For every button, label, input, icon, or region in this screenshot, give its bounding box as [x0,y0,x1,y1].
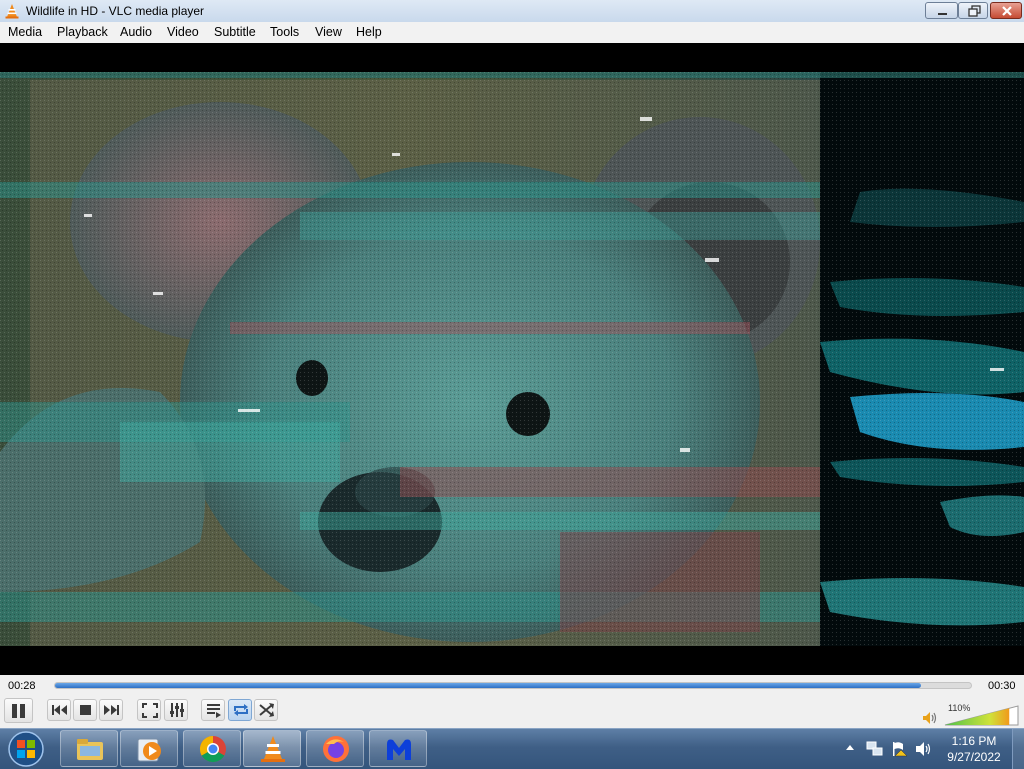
playlist-button[interactable] [201,699,225,721]
taskbar-chrome[interactable] [183,730,241,767]
video-area[interactable] [0,43,1024,675]
shuffle-icon [259,703,274,717]
firefox-icon [323,736,349,762]
extended-settings-icon [170,703,184,717]
close-button[interactable] [990,2,1022,19]
taskbar-file-explorer[interactable] [60,730,118,767]
volume-speaker-icon[interactable] [922,711,938,725]
taskbar-media-player[interactable] [120,730,178,767]
vlc-cone-icon [5,4,19,19]
menu-audio[interactable]: Audio [120,25,152,39]
chrome-icon [199,735,226,763]
pause-icon [12,704,25,718]
playback-controls: 00:28 00:30 110% [0,675,1024,728]
restore-button[interactable] [958,2,988,19]
seek-progress [55,683,921,688]
malwarebytes-icon [387,739,411,760]
koala-video-frame [0,72,1024,646]
speaker-icon[interactable] [915,741,933,757]
stop-icon [80,705,91,715]
fullscreen-icon [142,703,158,718]
window-title: Wildlife in HD - VLC media player [26,4,205,18]
clock-date: 9/27/2022 [947,750,1001,764]
menu-playback[interactable]: Playback [57,25,108,39]
elapsed-time: 00:28 [8,680,36,692]
show-desktop-button[interactable] [1012,729,1024,769]
previous-button[interactable] [47,699,71,721]
start-button[interactable] [6,730,46,768]
taskbar-firefox[interactable] [306,730,364,767]
playlist-icon [207,704,221,718]
show-hidden-icons[interactable] [845,743,855,753]
pause-button[interactable] [4,698,33,723]
network-icon[interactable] [866,741,884,757]
menu-media[interactable]: Media [8,25,42,39]
menu-bar: Media Playback Audio Video Subtitle Tool… [0,22,1024,44]
file-explorer-icon [77,739,103,760]
previous-icon [52,705,67,715]
media-player-icon [137,738,161,762]
loop-icon [234,704,248,716]
next-button[interactable] [99,699,123,721]
stop-button[interactable] [73,699,97,721]
action-center-flag-icon[interactable] [891,741,909,757]
loop-button[interactable] [228,699,252,721]
shuffle-button[interactable] [254,699,278,721]
taskbar-malwarebytes[interactable] [369,730,427,767]
minimize-button[interactable] [925,2,958,19]
volume-slider[interactable] [944,704,1020,726]
next-icon [104,705,119,715]
menu-tools[interactable]: Tools [270,25,299,39]
taskbar-vlc[interactable] [243,730,301,767]
menu-video[interactable]: Video [167,25,199,39]
fullscreen-button[interactable] [137,699,161,721]
menu-subtitle[interactable]: Subtitle [214,25,256,39]
taskbar: 1:16 PM 9/27/2022 [0,728,1024,769]
total-time: 00:30 [988,680,1016,692]
title-bar: Wildlife in HD - VLC media player [0,0,1024,23]
vlc-icon [261,736,285,762]
menu-view[interactable]: View [315,25,342,39]
menu-help[interactable]: Help [356,25,382,39]
extended-settings-button[interactable] [164,699,188,721]
clock-time: 1:16 PM [951,734,997,748]
seek-bar[interactable] [54,682,972,689]
system-clock[interactable]: 1:16 PM 9/27/2022 [940,733,1008,765]
